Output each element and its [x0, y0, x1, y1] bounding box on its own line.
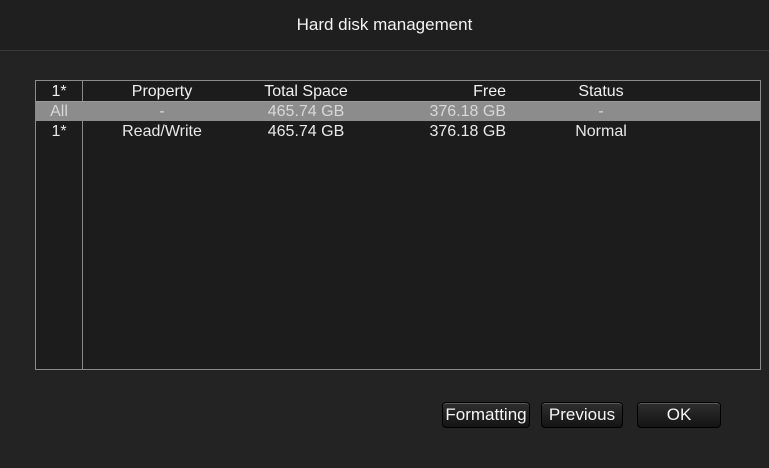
header-total-space: Total Space	[264, 83, 348, 100]
cell-status: Normal	[575, 123, 627, 140]
dialog-title: Hard disk management	[0, 0, 769, 51]
header-free: Free	[473, 83, 506, 100]
cell-id: All	[50, 103, 68, 120]
ok-button[interactable]: OK	[637, 402, 721, 428]
table-row-disk-1[interactable]: 1* Read/Write 465.74 GB 376.18 GB Normal	[36, 122, 760, 142]
previous-button[interactable]: Previous	[541, 402, 623, 428]
cell-total-space: 465.74 GB	[267, 103, 345, 120]
cell-total-space: 465.74 GB	[267, 123, 345, 140]
cell-property: -	[159, 103, 165, 120]
header-status: Status	[578, 83, 624, 100]
table-header: 1* Property Total Space Free Status	[36, 82, 760, 102]
header-property: Property	[131, 83, 193, 100]
table-row-all[interactable]: All - 465.74 GB 376.18 GB -	[36, 102, 760, 121]
cell-status: -	[598, 103, 604, 120]
header-id: 1*	[51, 83, 67, 100]
cell-free: 376.18 GB	[429, 103, 507, 120]
cell-id: 1*	[51, 123, 67, 140]
cell-free: 376.18 GB	[429, 123, 507, 140]
hard-disk-management-dialog: Hard disk management 1* Property Total S…	[0, 0, 770, 468]
cell-property: Read/Write	[122, 123, 202, 140]
disk-table: 1* Property Total Space Free Status All …	[35, 80, 761, 370]
formatting-button[interactable]: Formatting	[442, 402, 530, 428]
